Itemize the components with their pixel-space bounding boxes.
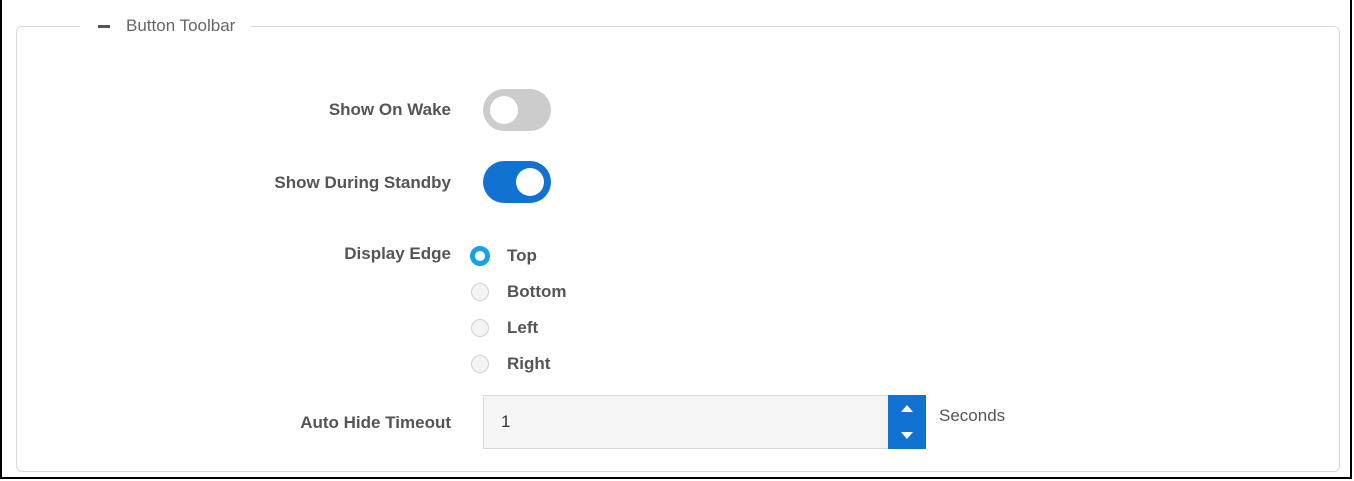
show-on-wake-toggle[interactable] xyxy=(483,89,551,131)
auto-hide-timeout-stepper xyxy=(483,395,926,449)
radio-button[interactable] xyxy=(471,283,489,301)
radio-label: Right xyxy=(507,354,551,373)
chevron-up-icon xyxy=(901,405,913,412)
toggle-knob xyxy=(490,96,518,124)
radio-option-left[interactable]: Left xyxy=(471,310,566,346)
display-edge-radio-group: Top Bottom Left Right xyxy=(470,238,566,382)
decrement-button[interactable] xyxy=(888,422,926,449)
increment-button[interactable] xyxy=(888,395,926,422)
show-during-standby-label: Show During Standby xyxy=(274,173,451,192)
radio-option-bottom[interactable]: Bottom xyxy=(471,274,566,310)
radio-button[interactable] xyxy=(471,319,489,337)
radio-label: Bottom xyxy=(507,282,567,301)
display-edge-label: Display Edge xyxy=(344,244,451,263)
auto-hide-timeout-label: Auto Hide Timeout xyxy=(300,413,451,432)
radio-button[interactable] xyxy=(471,355,489,373)
section-header: Button Toolbar xyxy=(80,10,252,42)
radio-option-top[interactable]: Top xyxy=(470,238,566,274)
radio-option-right[interactable]: Right xyxy=(471,346,566,382)
chevron-down-icon xyxy=(901,432,913,439)
show-during-standby-toggle[interactable] xyxy=(483,161,551,203)
stepper-buttons xyxy=(888,395,926,449)
radio-label: Top xyxy=(507,246,537,265)
radio-label: Left xyxy=(507,318,539,337)
auto-hide-timeout-input[interactable] xyxy=(484,396,888,448)
seconds-unit-label: Seconds xyxy=(939,406,1006,425)
show-on-wake-label: Show On Wake xyxy=(328,100,451,119)
minus-icon[interactable] xyxy=(96,18,112,34)
toggle-knob xyxy=(516,168,544,196)
radio-button[interactable] xyxy=(470,246,490,266)
section-title: Button Toolbar xyxy=(126,16,236,35)
